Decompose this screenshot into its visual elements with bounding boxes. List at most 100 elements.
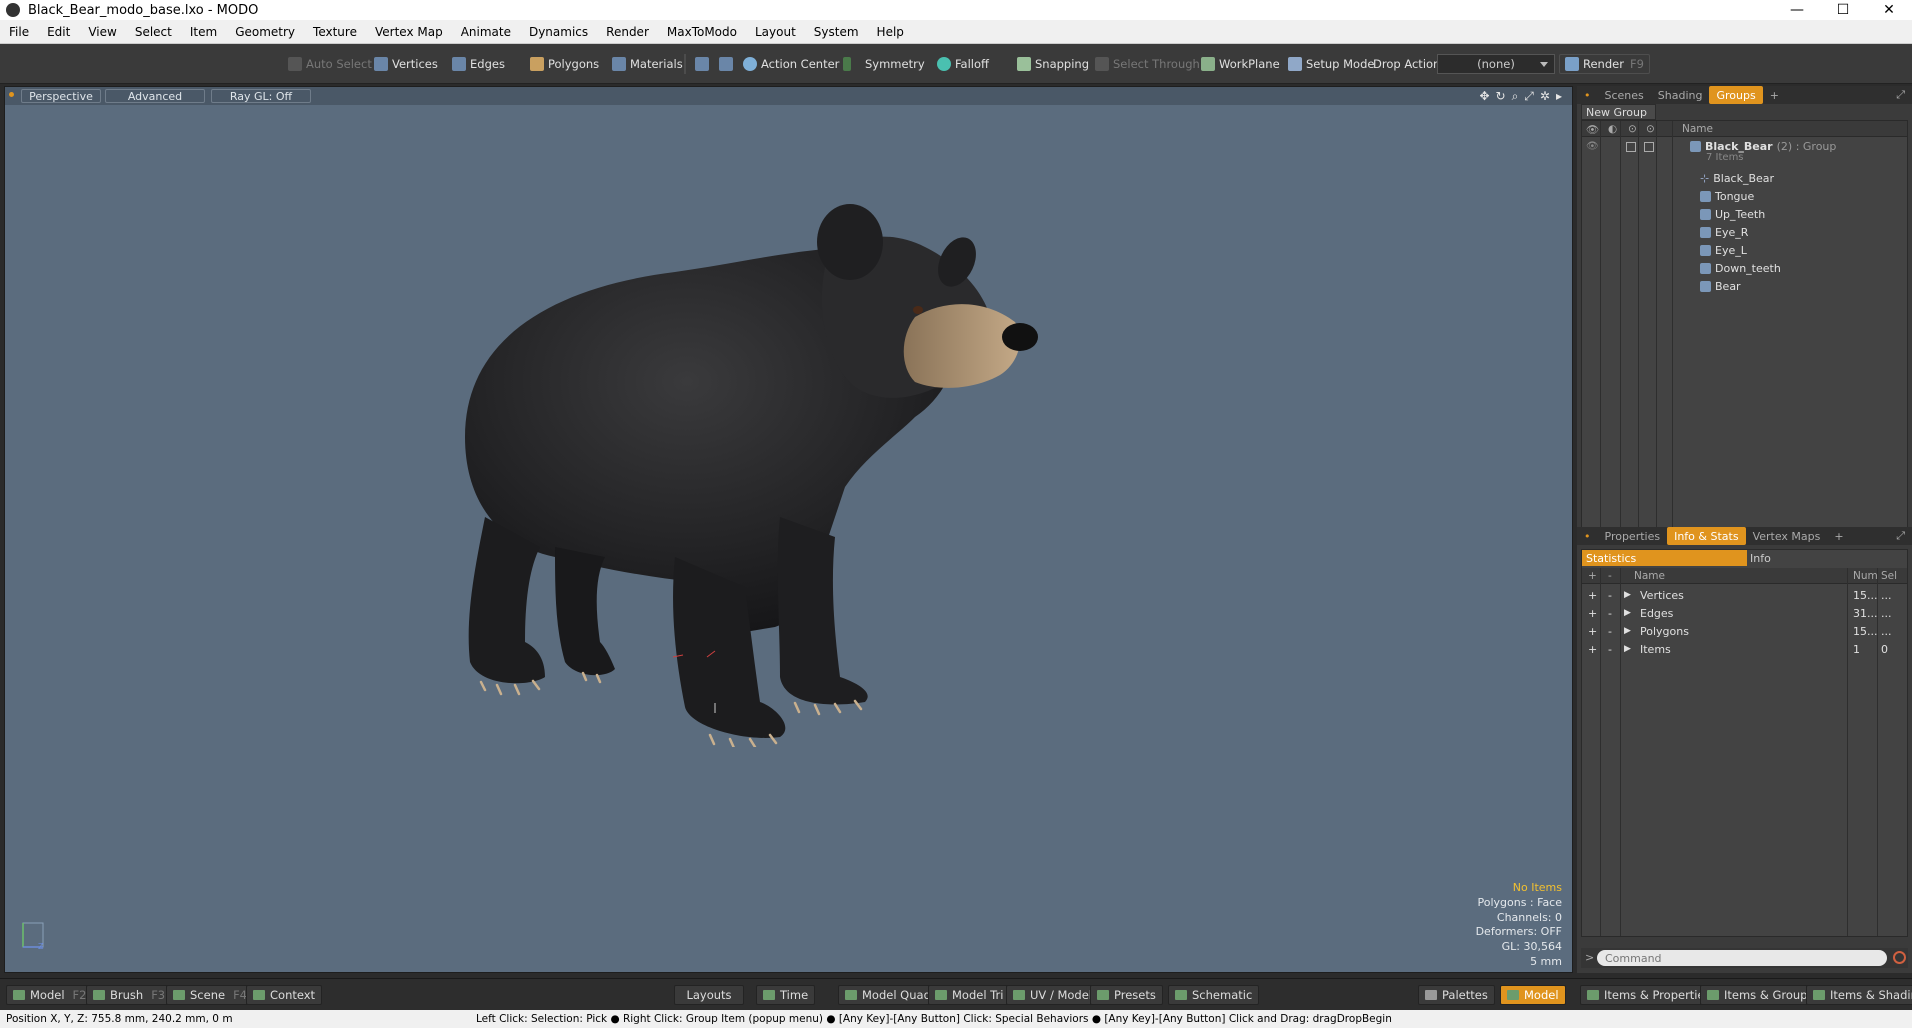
collapse-button[interactable]: - bbox=[1608, 589, 1612, 602]
maximize-view-icon[interactable]: ⤢ bbox=[1524, 89, 1534, 104]
list-item[interactable]: Up_Teeth bbox=[1582, 205, 1907, 223]
move-view-icon[interactable]: ✥ bbox=[1479, 89, 1489, 104]
expand-arrow-icon[interactable]: ▶ bbox=[1624, 644, 1631, 654]
menu-maxtomodo[interactable]: MaxToModo bbox=[658, 25, 746, 39]
uv-model-button[interactable]: UV / Model bbox=[1006, 985, 1099, 1005]
select-through-button[interactable]: Select Through bbox=[1090, 54, 1205, 74]
expand-arrow-icon[interactable]: ▶ bbox=[1624, 608, 1631, 618]
list-item[interactable]: Eye_R bbox=[1582, 223, 1907, 241]
expand-arrow-icon[interactable]: ▶ bbox=[1624, 626, 1631, 636]
items-properties-button[interactable]: Items & Properties bbox=[1580, 985, 1718, 1005]
tab-vertex-maps[interactable]: Vertex Maps bbox=[1746, 527, 1828, 545]
menu-file[interactable]: File bbox=[0, 25, 38, 39]
expand-arrow-icon[interactable]: ▶ bbox=[1624, 590, 1631, 600]
scene-layout-button[interactable]: Scene F4 bbox=[166, 985, 254, 1005]
add-tab-button[interactable]: + bbox=[1763, 86, 1786, 104]
tab-info-stats[interactable]: Info & Stats bbox=[1667, 527, 1746, 545]
render-button[interactable]: Render F9 bbox=[1559, 54, 1650, 74]
schematic-button[interactable]: Schematic bbox=[1168, 985, 1260, 1005]
action-center-button[interactable]: Action Center bbox=[738, 54, 844, 74]
tab-groups[interactable]: Groups bbox=[1709, 86, 1763, 104]
materials-button[interactable]: Materials bbox=[607, 54, 688, 74]
collapse-all-button[interactable]: - bbox=[1608, 570, 1612, 582]
layouts-button[interactable]: Layouts bbox=[674, 985, 744, 1005]
menu-view[interactable]: View bbox=[79, 25, 125, 39]
expand-button[interactable]: + bbox=[1588, 607, 1597, 620]
time-button[interactable]: Time bbox=[756, 985, 816, 1005]
expand-button[interactable]: + bbox=[1588, 643, 1597, 656]
menu-texture[interactable]: Texture bbox=[304, 25, 366, 39]
model-layout-button[interactable]: Model F2 bbox=[6, 985, 94, 1005]
info-tab[interactable]: Info bbox=[1750, 552, 1771, 565]
statistics-tab[interactable]: Statistics bbox=[1582, 550, 1747, 566]
raygl-tab[interactable]: Ray GL: Off bbox=[211, 89, 311, 103]
3d-viewport[interactable]: Perspective Advanced Ray GL: Off ✥ ↻ ⌕ ⤢… bbox=[4, 86, 1573, 973]
advanced-tab[interactable]: Advanced bbox=[105, 89, 205, 103]
collapse-button[interactable]: - bbox=[1608, 643, 1612, 656]
polygons-button[interactable]: Polygons bbox=[525, 54, 604, 74]
menu-select[interactable]: Select bbox=[126, 25, 181, 39]
close-button[interactable]: ✕ bbox=[1866, 0, 1912, 20]
vertices-button[interactable]: Vertices bbox=[369, 54, 443, 74]
tab-scenes[interactable]: Scenes bbox=[1598, 86, 1651, 104]
edges-button[interactable]: Edges bbox=[447, 54, 510, 74]
table-row[interactable]: + - ▶ Items 1 0 bbox=[1582, 640, 1907, 658]
new-group-button[interactable]: New Group bbox=[1581, 104, 1656, 120]
model-quad-button[interactable]: Model Quad bbox=[838, 985, 938, 1005]
items-groups-button[interactable]: Items & Groups bbox=[1700, 985, 1821, 1005]
group-row-black-bear[interactable]: 👁 Black_Bear (2) : Group 7 Items bbox=[1582, 139, 1907, 167]
presets-button[interactable]: Presets bbox=[1090, 985, 1163, 1005]
items-shading-button[interactable]: Items & Shading bbox=[1806, 985, 1912, 1005]
list-item[interactable]: Down_teeth bbox=[1582, 259, 1907, 277]
viewport-settings-icon[interactable]: ✲ bbox=[1540, 89, 1550, 104]
menu-item[interactable]: Item bbox=[181, 25, 226, 39]
panel-menu-icon[interactable]: • bbox=[1577, 86, 1598, 104]
expand-all-button[interactable]: + bbox=[1588, 570, 1597, 582]
symmetry-button[interactable]: Symmetry bbox=[838, 54, 930, 74]
command-input[interactable]: Command bbox=[1597, 950, 1887, 966]
menu-animate[interactable]: Animate bbox=[452, 25, 520, 39]
minimize-button[interactable]: — bbox=[1774, 0, 1820, 20]
menu-geometry[interactable]: Geometry bbox=[226, 25, 304, 39]
workplane-button[interactable]: WorkPlane bbox=[1196, 54, 1285, 74]
menu-vertex-map[interactable]: Vertex Map bbox=[366, 25, 452, 39]
maximize-button[interactable]: ☐ bbox=[1820, 0, 1866, 20]
list-item[interactable]: Eye_L bbox=[1582, 241, 1907, 259]
select-checkbox[interactable] bbox=[1644, 142, 1654, 152]
drop-action-select[interactable]: (none) bbox=[1437, 54, 1555, 74]
model-tri-button[interactable]: Model Tri bbox=[928, 985, 1011, 1005]
command-record-icon[interactable] bbox=[1893, 951, 1906, 964]
lock-checkbox[interactable] bbox=[1626, 142, 1636, 152]
expand-button[interactable]: + bbox=[1588, 625, 1597, 638]
list-item[interactable]: ⊹ Black_Bear bbox=[1582, 169, 1907, 187]
tab-shading[interactable]: Shading bbox=[1651, 86, 1710, 104]
palettes-button[interactable]: Palettes bbox=[1418, 985, 1495, 1005]
menu-system[interactable]: System bbox=[805, 25, 868, 39]
panel-expand-icon[interactable]: ⤢ bbox=[1889, 86, 1912, 104]
snapping-button[interactable]: Snapping bbox=[1012, 54, 1094, 74]
expand-button[interactable]: + bbox=[1588, 589, 1597, 602]
table-row[interactable]: + - ▶ Edges 31... ... bbox=[1582, 604, 1907, 622]
menu-dynamics[interactable]: Dynamics bbox=[520, 25, 597, 39]
falloff-button[interactable]: Falloff bbox=[932, 54, 994, 74]
table-row[interactable]: + - ▶ Polygons 15... ... bbox=[1582, 622, 1907, 640]
rotate-view-icon[interactable]: ↻ bbox=[1496, 89, 1506, 104]
perspective-tab[interactable]: Perspective bbox=[21, 89, 101, 103]
auto-select-button[interactable]: Auto Select bbox=[283, 54, 377, 74]
viewport-menu-icon[interactable] bbox=[9, 92, 14, 97]
menu-layout[interactable]: Layout bbox=[746, 25, 805, 39]
visibility-toggle-icon[interactable]: 👁 bbox=[1586, 141, 1599, 152]
panel-expand-icon[interactable]: ⤢ bbox=[1889, 527, 1912, 545]
viewport-expand-icon[interactable]: ▸ bbox=[1556, 89, 1562, 104]
panel-menu-icon[interactable]: • bbox=[1577, 527, 1598, 545]
table-row[interactable]: + - ▶ Vertices 15... ... bbox=[1582, 586, 1907, 604]
zoom-view-icon[interactable]: ⌕ bbox=[1512, 89, 1519, 104]
setup-mode-button[interactable]: Setup Mode bbox=[1283, 54, 1379, 74]
add-tab-button[interactable]: + bbox=[1827, 527, 1850, 545]
black-bear-model[interactable] bbox=[445, 187, 1095, 747]
menu-edit[interactable]: Edit bbox=[38, 25, 79, 39]
list-item[interactable]: Bear bbox=[1582, 277, 1907, 295]
context-button[interactable]: Context bbox=[246, 985, 323, 1005]
tab-properties[interactable]: Properties bbox=[1598, 527, 1668, 545]
model-active-button[interactable]: Model bbox=[1500, 985, 1566, 1005]
